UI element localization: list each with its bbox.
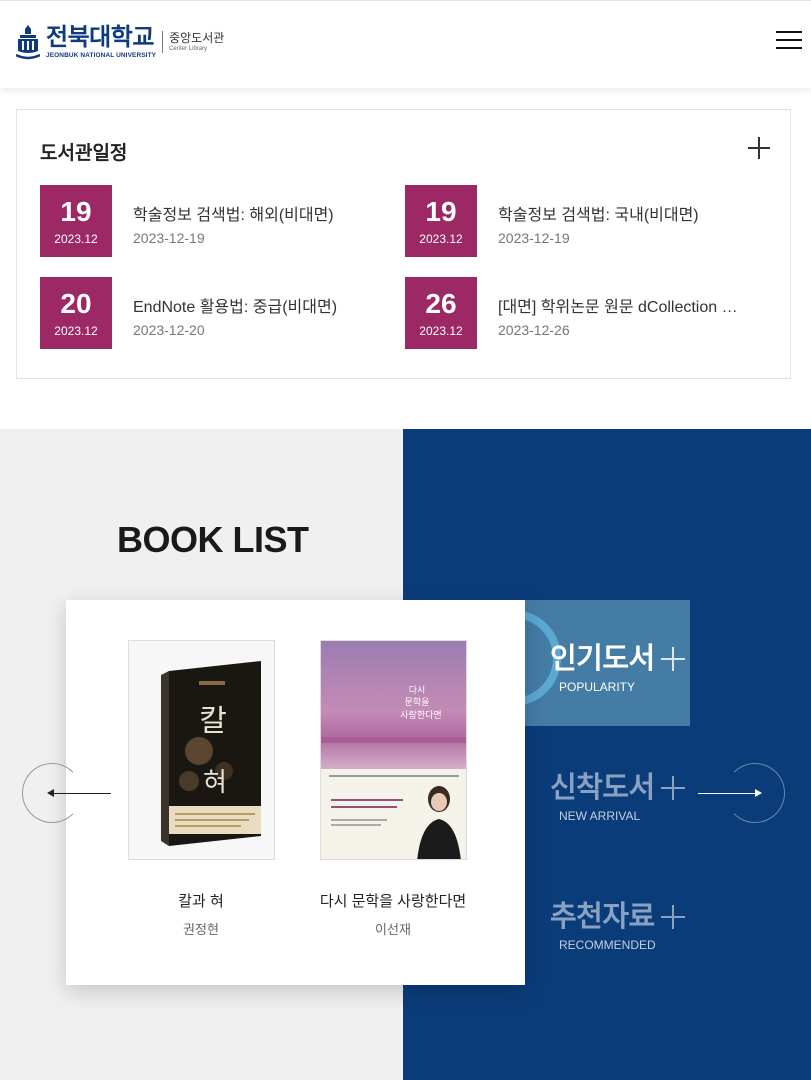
event-year-month: 2023.12 — [54, 232, 98, 246]
event-year-month: 2023.12 — [419, 232, 463, 246]
event-title[interactable]: [대면] 학위논문 원문 dCollection 제… — [498, 293, 748, 317]
logo-divider — [162, 31, 164, 53]
menu-icon[interactable] — [776, 28, 802, 52]
book-cover[interactable]: 다시 문학을 사랑한다면 — [319, 640, 467, 860]
tab-sublabel: RECOMMENDED — [559, 938, 656, 952]
event-year-month: 2023.12 — [419, 324, 463, 338]
event-date: 2023-12-26 — [498, 322, 570, 338]
plus-icon: .tp0:before,.tp0:after{background:#d9e6f… — [661, 647, 685, 671]
event-day: 26 — [425, 288, 457, 319]
schedule-event[interactable]: 19 2023.12 학술정보 검색법: 국내(비대면) 2023-12-19 — [405, 185, 765, 257]
university-logo[interactable]: 전북대학교 JEONBUK NATIONAL UNIVERSITY 중앙도서관 … — [16, 25, 224, 65]
tab-recommended[interactable]: 추천자료 RECOMMENDED — [550, 893, 685, 952]
book-cover-art: 다시 문학을 사랑한다면 — [320, 641, 466, 859]
book-author: 권정현 — [183, 922, 219, 937]
event-date: 2023-12-19 — [133, 230, 205, 246]
svg-text:다시: 다시 — [408, 685, 425, 696]
event-day: 19 — [60, 196, 92, 227]
book-title[interactable]: 다시 문학을 사랑한다면 — [318, 890, 468, 911]
schedule-event[interactable]: 20 2023.12 EndNote 활용법: 중급(비대면) 2023-12-… — [40, 277, 400, 349]
svg-text:사랑한다면: 사랑한다면 — [400, 709, 441, 721]
logo-title: 전북대학교 — [46, 24, 154, 51]
prev-arrow-button[interactable] — [22, 763, 111, 823]
event-day: 19 — [425, 196, 457, 227]
tab-sublabel: NEW ARRIVAL — [559, 809, 641, 823]
event-date-badge: 26 2023.12 — [405, 277, 477, 349]
tab-new-arrival[interactable]: 신착도서 NEW ARRIVAL — [550, 764, 685, 823]
book-cover[interactable]: 칼 혀 — [127, 640, 275, 860]
event-day: 20 — [60, 288, 92, 319]
schedule-more-icon[interactable] — [748, 137, 770, 159]
book-cover-art: 칼 혀 — [160, 661, 261, 846]
tab-label: 인기도서 — [550, 643, 655, 675]
logo-subtitle: JEONBUK NATIONAL UNIVERSITY — [46, 52, 157, 59]
schedule-title: 도서관일정 — [40, 143, 128, 164]
svg-text:혀: 혀 — [203, 768, 227, 798]
schedule-event[interactable]: 26 2023.12 [대면] 학위논문 원문 dCollection 제… 2… — [405, 277, 765, 349]
event-date-badge: 19 2023.12 — [40, 185, 112, 257]
event-year-month: 2023.12 — [54, 324, 98, 338]
library-name: 중앙도서관 — [169, 31, 225, 45]
event-date-badge: 19 2023.12 — [405, 185, 477, 257]
arrow-left-icon — [51, 793, 111, 794]
book-item[interactable]: 다시 문학을 사랑한다면 다시 문학을 사랑한다면 이선재 — [318, 640, 468, 938]
tab-label: 추천자료 — [550, 901, 655, 933]
event-title[interactable]: 학술정보 검색법: 국내(비대면) — [498, 201, 748, 225]
emblem-icon — [16, 25, 40, 60]
event-date: 2023-12-19 — [498, 230, 570, 246]
tab-label: 신착도서 — [550, 772, 655, 804]
svg-text:칼: 칼 — [199, 704, 227, 739]
book-author: 이선재 — [375, 922, 411, 937]
book-carousel: 칼 혀 칼과 혀 권정현 다시 문학을 사랑한다면 다시 문학을 사랑한다면 이… — [66, 600, 525, 985]
library-name-en: Center Library — [169, 46, 208, 52]
book-item[interactable]: 칼 혀 칼과 혀 권정현 — [126, 640, 276, 938]
plus-icon — [661, 905, 685, 929]
book-list-section: BOOK LIST 칼 혀 칼과 혀 권정현 다시 문학을 사랑한다면 다시 문… — [0, 429, 811, 1080]
next-arrow-button[interactable] — [698, 763, 785, 823]
book-title[interactable]: 칼과 혀 — [126, 890, 276, 911]
event-date: 2023-12-20 — [133, 322, 205, 338]
schedule-event[interactable]: 19 2023.12 학술정보 검색법: 해외(비대면) 2023-12-19 — [40, 185, 400, 257]
event-title[interactable]: 학술정보 검색법: 해외(비대면) — [133, 201, 383, 225]
tab-popularity[interactable]: 인기도서 POPULARITY .tp0:before,.tp0:after{b… — [550, 635, 685, 694]
event-date-badge: 20 2023.12 — [40, 277, 112, 349]
book-list-heading: BOOK LIST — [117, 519, 309, 560]
library-schedule: 도서관일정 19 2023.12 학술정보 검색법: 해외(비대면) 2023-… — [16, 109, 791, 379]
svg-text:문학을: 문학을 — [404, 697, 429, 708]
event-title[interactable]: EndNote 활용법: 중급(비대면) — [133, 293, 383, 317]
tab-sublabel: POPULARITY — [559, 680, 636, 694]
arrow-right-icon — [698, 793, 758, 794]
plus-icon — [661, 776, 685, 800]
site-header: 전북대학교 JEONBUK NATIONAL UNIVERSITY 중앙도서관 … — [0, 0, 811, 88]
